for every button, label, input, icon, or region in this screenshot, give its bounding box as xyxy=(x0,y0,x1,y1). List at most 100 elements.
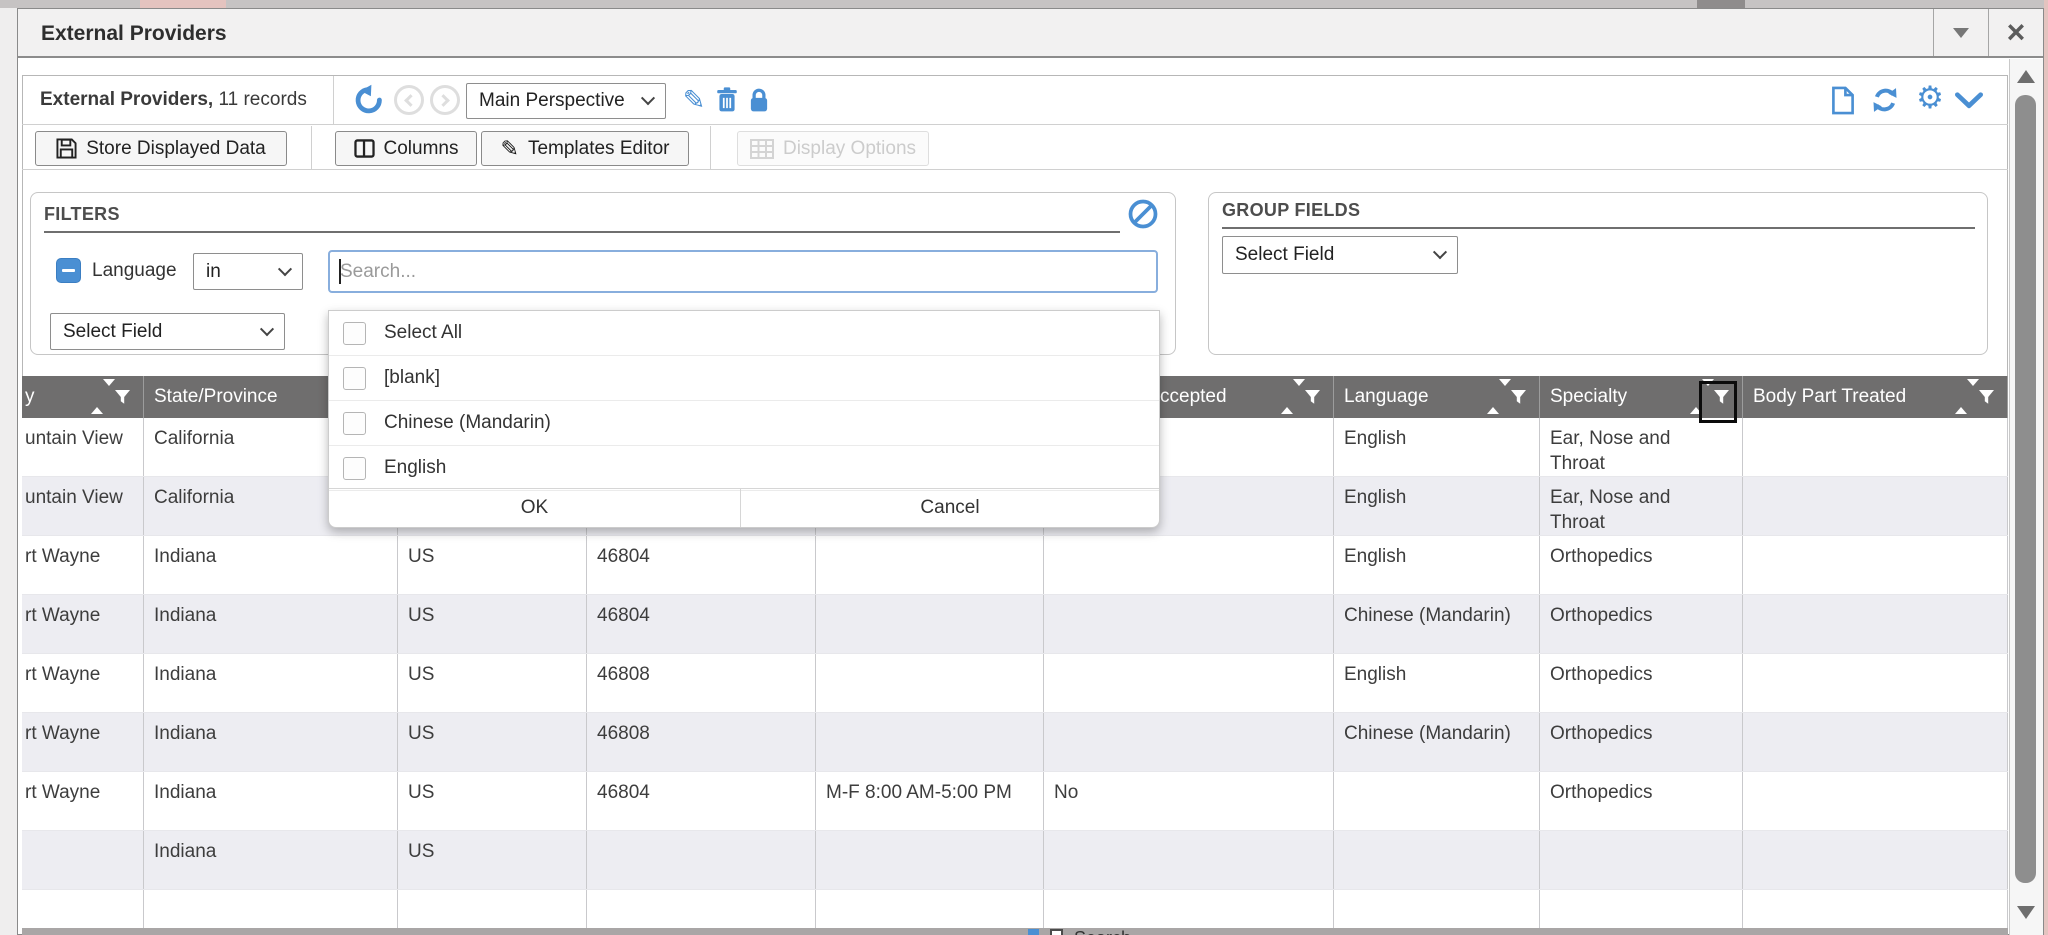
filter-funnel-icon[interactable] xyxy=(1304,389,1321,405)
table-cell: Orthopedics xyxy=(1540,772,1743,830)
refresh-button[interactable] xyxy=(1868,84,1902,116)
group-field-select[interactable]: Select Field xyxy=(1222,236,1458,274)
record-count: 11 records xyxy=(213,89,307,110)
cancel-button[interactable]: Cancel xyxy=(741,489,1159,527)
store-displayed-data-label: Store Displayed Data xyxy=(86,138,266,160)
table-cell xyxy=(1743,831,2008,889)
table-cell xyxy=(144,890,398,928)
delete-perspective-button[interactable] xyxy=(712,84,742,116)
table-cell xyxy=(398,890,587,928)
table-cell: rt Wayne xyxy=(22,713,144,771)
filter-search-input[interactable] xyxy=(328,250,1158,293)
refresh-icon xyxy=(1870,85,1900,115)
lock-icon xyxy=(748,87,770,113)
window-close-button[interactable]: × xyxy=(1988,9,2043,56)
edit-perspective-button[interactable]: ✎ xyxy=(678,82,710,118)
sort-icon[interactable] xyxy=(1487,386,1499,408)
perspective-select[interactable]: Main Perspective xyxy=(466,83,666,119)
bottom-search-label: Search xyxy=(1074,928,1131,935)
table-cell xyxy=(816,890,1044,928)
filter-option-label: Chinese (Mandarin) xyxy=(384,412,551,434)
store-displayed-data-button[interactable]: Store Displayed Data xyxy=(35,131,287,166)
table-cell xyxy=(1334,890,1540,928)
table-cell: English xyxy=(1334,654,1540,712)
ok-button[interactable]: OK xyxy=(329,489,741,527)
table-row: rt WayneIndianaUS46804EnglishOrthopedics xyxy=(22,536,2008,595)
scrollbar-thumb[interactable] xyxy=(2015,95,2036,883)
columns-icon xyxy=(354,139,375,158)
table-cell: No xyxy=(1044,772,1334,830)
filter-enabled-checkbox[interactable] xyxy=(56,258,81,283)
filter-dropdown-buttons: OK Cancel xyxy=(329,488,1159,527)
table-cell xyxy=(1743,477,2008,535)
table-cell: Orthopedics xyxy=(1540,654,1743,712)
column-header-body-part-treated[interactable]: Body Part Treated xyxy=(1743,376,2008,418)
trash-icon xyxy=(716,87,738,113)
filter-option-chinese-mandarin[interactable]: Chinese (Mandarin) xyxy=(329,401,1159,446)
sort-icon[interactable] xyxy=(1281,386,1293,408)
table-cell: Orthopedics xyxy=(1540,595,1743,653)
table-cell: M-F 8:00 AM-5:00 PM xyxy=(816,772,1044,830)
chevron-left-icon xyxy=(404,94,417,107)
table-cell xyxy=(1743,595,2008,653)
settings-button[interactable]: ⚙ xyxy=(1912,78,1948,118)
filter-value-dropdown: Select All[blank] Chinese (Mandarin) Engli… xyxy=(328,310,1160,528)
sort-icon[interactable] xyxy=(91,386,103,408)
column-header-language[interactable]: Language xyxy=(1334,376,1540,418)
checkbox-icon[interactable] xyxy=(343,412,366,435)
document-icon xyxy=(1831,86,1855,115)
table-row: IndianaUS xyxy=(22,831,2008,890)
filter-funnel-icon[interactable] xyxy=(114,389,131,405)
checkbox-icon[interactable] xyxy=(343,322,366,345)
table-cell xyxy=(1334,831,1540,889)
column-header-y[interactable]: y xyxy=(22,376,144,418)
specialty-filter-focus-ring xyxy=(1699,381,1737,423)
filter-option-select-all[interactable]: Select All xyxy=(329,311,1159,356)
filter-funnel-icon[interactable] xyxy=(1510,389,1527,405)
chevron-down-icon xyxy=(278,262,292,276)
add-filter-field-select[interactable]: Select Field xyxy=(50,313,285,350)
undo-button[interactable] xyxy=(350,82,388,118)
table-cell xyxy=(1743,713,2008,771)
table-cell xyxy=(1334,772,1540,830)
column-header-label: y xyxy=(22,386,35,408)
scroll-down-arrow[interactable] xyxy=(2017,906,2035,919)
columns-label: Columns xyxy=(384,138,459,160)
table-cell: rt Wayne xyxy=(22,654,144,712)
table-cell xyxy=(1044,713,1334,771)
record-summary-title: External Providers, xyxy=(40,89,213,110)
filters-heading: FILTERS xyxy=(44,204,120,225)
column-header-specialty[interactable]: Specialty xyxy=(1540,376,1743,418)
checkbox-icon[interactable] xyxy=(343,367,366,390)
chevron-down-icon xyxy=(260,322,274,336)
table-cell xyxy=(816,654,1044,712)
window-menu-button[interactable] xyxy=(1933,9,1988,56)
column-header-label: Specialty xyxy=(1540,386,1627,408)
history-back-button[interactable] xyxy=(394,85,424,115)
history-forward-button[interactable] xyxy=(430,85,460,115)
table-cell xyxy=(1044,831,1334,889)
filter-funnel-icon[interactable] xyxy=(1978,389,1995,405)
toolbar-separator xyxy=(710,126,711,169)
columns-button[interactable]: Columns xyxy=(335,131,477,166)
table-cell xyxy=(587,831,816,889)
chevron-down-icon xyxy=(1433,245,1447,259)
table-cell: English xyxy=(1334,477,1540,535)
action-toolbar xyxy=(22,125,2008,170)
filter-option-blank[interactable]: [blank] xyxy=(329,356,1159,401)
table-cell: English xyxy=(1334,536,1540,594)
lock-perspective-button[interactable] xyxy=(744,84,774,116)
table-cell xyxy=(816,831,1044,889)
new-document-button[interactable] xyxy=(1828,84,1858,116)
slash-circle-icon xyxy=(1128,199,1158,229)
table-cell xyxy=(1743,654,2008,712)
clear-filters-button[interactable] xyxy=(1128,199,1158,229)
filters-underline xyxy=(44,231,1120,233)
checkbox-icon[interactable] xyxy=(343,457,366,480)
scroll-up-arrow[interactable] xyxy=(2017,70,2035,83)
templates-editor-button[interactable]: ✎ Templates Editor xyxy=(481,131,689,166)
filter-option-english[interactable]: English xyxy=(329,446,1159,491)
filter-operator-select[interactable]: in xyxy=(193,253,303,290)
sort-icon[interactable] xyxy=(1955,386,1967,408)
collapse-panel-button[interactable] xyxy=(1952,88,1986,112)
